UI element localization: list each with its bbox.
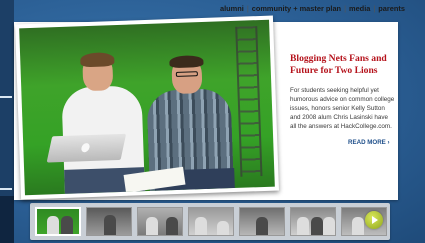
thumbnail-6[interactable] bbox=[290, 207, 336, 236]
thumbnail-strip bbox=[30, 203, 390, 240]
thumbnail-3[interactable] bbox=[137, 207, 183, 236]
nav-separator: | bbox=[373, 4, 376, 13]
nav-link-media[interactable]: media bbox=[349, 4, 370, 13]
edge-tab bbox=[0, 96, 12, 98]
nav-separator: | bbox=[344, 4, 346, 13]
laptop bbox=[46, 133, 127, 163]
feature-summary: For students seeking helpful yet humorou… bbox=[290, 87, 395, 131]
utility-nav: alumni | community + master plan | media… bbox=[220, 4, 405, 13]
lighting-rig bbox=[235, 26, 263, 177]
thumbnail-4[interactable] bbox=[188, 207, 234, 236]
nav-separator: | bbox=[246, 4, 249, 13]
edge-tab bbox=[0, 188, 12, 190]
thumbnail-5[interactable] bbox=[239, 207, 285, 236]
feature-article: Blogging Nets Fans and Future for Two Li… bbox=[290, 53, 395, 131]
nav-link-alumni[interactable]: alumni bbox=[220, 4, 244, 13]
left-edge-block bbox=[0, 196, 14, 243]
next-arrow-button[interactable] bbox=[365, 211, 383, 229]
feature-photo[interactable] bbox=[15, 15, 279, 200]
nav-link-community-master-plan[interactable]: community + master plan bbox=[252, 4, 341, 13]
chevron-right-icon bbox=[372, 216, 378, 224]
nav-link-parents[interactable]: parents bbox=[378, 4, 405, 13]
thumbnail-1[interactable] bbox=[35, 207, 81, 236]
feature-photo-image bbox=[19, 19, 275, 196]
thumbnail-2[interactable] bbox=[86, 207, 132, 236]
feature-headline[interactable]: Blogging Nets Fans and Future for Two Li… bbox=[290, 53, 395, 77]
read-more-link[interactable]: READ MORE › bbox=[348, 139, 390, 146]
